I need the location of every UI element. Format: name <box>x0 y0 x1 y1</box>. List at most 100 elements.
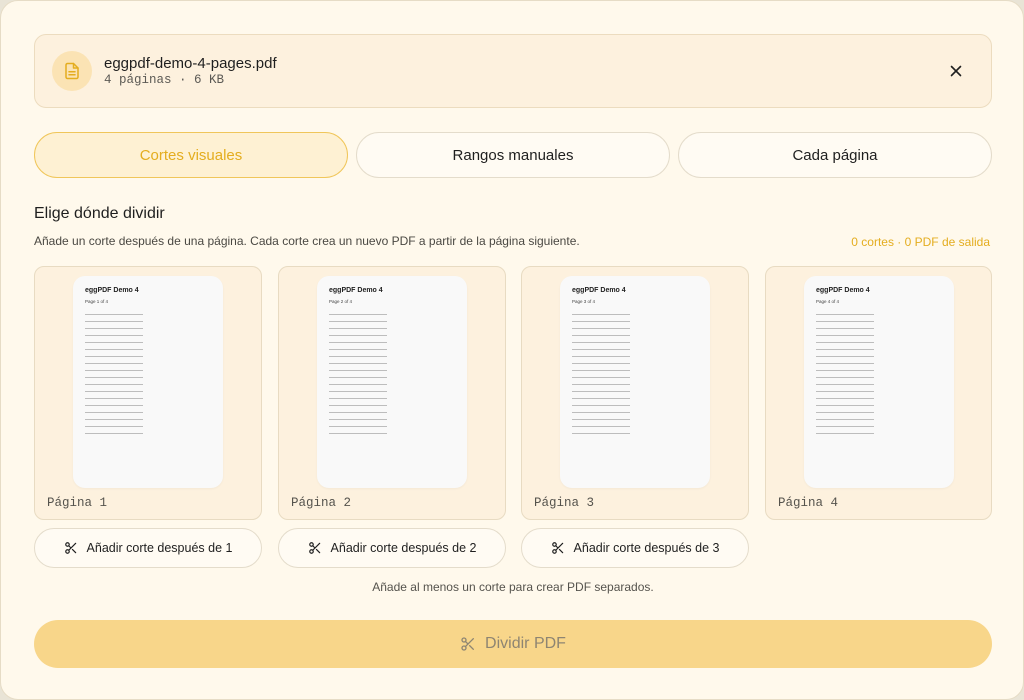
thumbnail-line <box>816 384 874 385</box>
thumbnail-subtitle: Page 4 of 4 <box>816 299 840 304</box>
split-panel: eggpdf-demo-4-pages.pdf 4 páginas · 6 KB… <box>0 0 1024 700</box>
thumbnail-title: eggPDF Demo 4 <box>816 287 870 294</box>
thumbnail-line <box>329 370 387 371</box>
thumbnail-line <box>816 370 874 371</box>
thumbnail-text-lines <box>85 314 143 440</box>
thumbnail-line <box>572 391 630 392</box>
scissors-icon <box>461 637 475 651</box>
thumbnail-line <box>329 426 387 427</box>
thumbnail-line <box>572 349 630 350</box>
thumbnail-line <box>85 321 143 322</box>
thumbnail-line <box>329 314 387 315</box>
thumbnail-subtitle: Page 1 of 4 <box>85 299 109 304</box>
add-cut-after-2-button[interactable]: Añadir corte después de 2 <box>278 528 506 568</box>
thumbnail-line <box>816 342 874 343</box>
thumbnail-line <box>572 321 630 322</box>
tab-rangos-manuales[interactable]: Rangos manuales <box>356 132 670 178</box>
thumbnail-line <box>816 356 874 357</box>
thumbnail-line <box>85 328 143 329</box>
thumbnail-line <box>329 391 387 392</box>
page-label: Página 3 <box>534 496 595 510</box>
thumbnail-line <box>572 377 630 378</box>
cut-summary: 0 cortes · 0 PDF de salida <box>851 235 990 249</box>
thumbnail-line <box>816 377 874 378</box>
thumbnail-line <box>85 419 143 420</box>
tab-cada-pagina[interactable]: Cada página <box>678 132 992 178</box>
add-cut-after-1-button[interactable]: Añadir corte después de 1 <box>34 528 262 568</box>
thumbnail-line <box>85 412 143 413</box>
tab-cortes-visuales[interactable]: Cortes visuales <box>34 132 348 178</box>
scissors-icon <box>551 542 563 554</box>
page-card[interactable]: eggPDF Demo 4 Page 2 of 4 Página 2 <box>278 266 506 520</box>
page-label: Página 4 <box>778 496 839 510</box>
thumbnail-line <box>816 405 874 406</box>
thumbnail-text-lines <box>329 314 387 440</box>
scissors-icon <box>308 542 320 554</box>
thumbnail-line <box>85 384 143 385</box>
thumbnail-line <box>572 419 630 420</box>
file-name: eggpdf-demo-4-pages.pdf <box>104 55 277 72</box>
thumbnail-line <box>816 391 874 392</box>
section-title: Elige dónde dividir <box>34 205 165 222</box>
thumbnail-title: eggPDF Demo 4 <box>329 287 383 294</box>
thumbnail-line <box>85 405 143 406</box>
split-pdf-button[interactable]: Dividir PDF <box>34 620 992 668</box>
thumbnail-line <box>816 426 874 427</box>
thumbnail-line <box>572 342 630 343</box>
section-description: Añade un corte después de una página. Ca… <box>34 234 580 248</box>
thumbnail-line <box>572 335 630 336</box>
thumbnail-line <box>572 363 630 364</box>
page-card[interactable]: eggPDF Demo 4 Page 4 of 4 Página 4 <box>765 266 992 520</box>
thumbnail-subtitle: Page 3 of 4 <box>572 299 596 304</box>
thumbnail-line <box>329 342 387 343</box>
file-text-icon <box>52 51 92 91</box>
thumbnail-line <box>85 314 143 315</box>
thumbnail-line <box>816 328 874 329</box>
hint-text: Añade al menos un corte para crear PDF s… <box>372 580 654 594</box>
thumbnail-line <box>85 342 143 343</box>
thumbnail-subtitle: Page 2 of 4 <box>329 299 353 304</box>
thumbnail-line <box>816 398 874 399</box>
thumbnail-line <box>572 412 630 413</box>
thumbnail-line <box>329 398 387 399</box>
thumbnail-line <box>816 412 874 413</box>
thumbnail-line <box>85 426 143 427</box>
thumbnail-line <box>329 321 387 322</box>
file-meta: 4 páginas · 6 KB <box>104 73 225 87</box>
add-cut-after-3-button[interactable]: Añadir corte después de 3 <box>521 528 749 568</box>
add-cut-label: Añadir corte después de 3 <box>573 541 720 555</box>
page-card[interactable]: eggPDF Demo 4 Page 3 of 4 Página 3 <box>521 266 749 520</box>
page-thumbnail: eggPDF Demo 4 Page 1 of 4 <box>73 276 223 488</box>
thumbnail-line <box>85 356 143 357</box>
thumbnail-line <box>85 363 143 364</box>
thumbnail-line <box>816 314 874 315</box>
thumbnail-line <box>572 433 630 434</box>
thumbnail-line <box>572 370 630 371</box>
thumbnail-line <box>572 328 630 329</box>
file-card: eggpdf-demo-4-pages.pdf 4 páginas · 6 KB <box>34 34 992 108</box>
thumbnail-line <box>85 370 143 371</box>
thumbnail-line <box>329 328 387 329</box>
thumbnail-line <box>572 384 630 385</box>
thumbnail-line <box>329 412 387 413</box>
thumbnail-line <box>572 426 630 427</box>
thumbnail-line <box>816 433 874 434</box>
thumbnail-line <box>572 356 630 357</box>
split-pdf-label: Dividir PDF <box>485 635 566 652</box>
close-button[interactable] <box>945 60 967 82</box>
page-card[interactable]: eggPDF Demo 4 Page 1 of 4 Página 1 <box>34 266 262 520</box>
thumbnail-line <box>85 433 143 434</box>
add-cut-label: Añadir corte después de 1 <box>86 541 233 555</box>
thumbnail-line <box>85 349 143 350</box>
thumbnail-line <box>572 405 630 406</box>
thumbnail-line <box>816 349 874 350</box>
thumbnail-line <box>329 335 387 336</box>
scissors-icon <box>64 542 76 554</box>
thumbnail-line <box>816 363 874 364</box>
thumbnail-line <box>85 377 143 378</box>
thumbnail-line <box>85 398 143 399</box>
page-thumbnail: eggPDF Demo 4 Page 2 of 4 <box>317 276 467 488</box>
thumbnail-text-lines <box>572 314 630 440</box>
thumbnail-line <box>329 377 387 378</box>
thumbnail-line <box>816 321 874 322</box>
